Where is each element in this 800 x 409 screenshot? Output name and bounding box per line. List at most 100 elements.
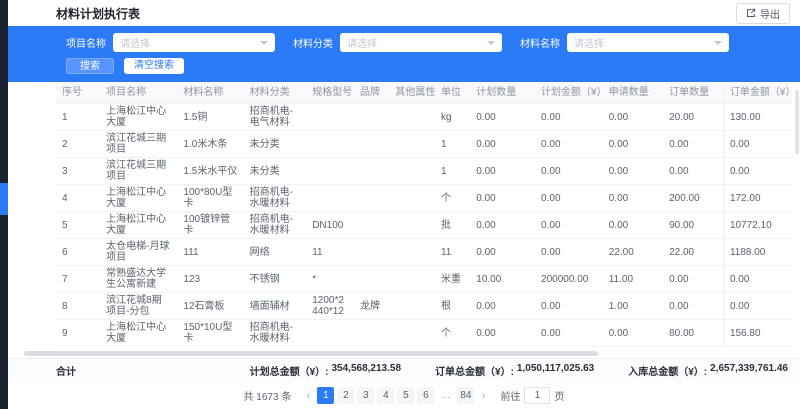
table-cell: [306, 131, 354, 158]
table-cell: 156.80: [723, 320, 792, 347]
table-cell: 0.00: [603, 131, 663, 158]
collapsed-sidebar[interactable]: [0, 0, 8, 409]
table-cell: 未分类: [244, 158, 307, 185]
page-number-button[interactable]: 2: [337, 387, 354, 404]
export-icon: [746, 8, 756, 18]
filter-select[interactable]: 请选择: [113, 33, 275, 52]
table-body: 1上海松江中心大厦1.5铜招商机电-电气材料kg0.000.000.0020.0…: [56, 104, 792, 347]
table-row: 3滨江花城三期项目1.5米水平仪未分类10.000.000.000.000.00: [56, 158, 792, 185]
table-row: 6太仓电梯-月球项目111网络11110.000.0022.0022.00118…: [56, 239, 792, 266]
column-header: 订单金额（¥）: [723, 82, 792, 104]
table-cell: 滨江花城三期项目: [100, 158, 177, 185]
summary-item-label: 计划总金额（¥）:: [250, 363, 329, 378]
table-row: 1上海松江中心大厦1.5铜招商机电-电气材料kg0.000.000.0020.0…: [56, 104, 792, 131]
table-cell: 130.00: [723, 104, 792, 131]
page-number-button[interactable]: 4: [377, 387, 394, 404]
column-header: 规格型号: [306, 82, 354, 104]
summary-item: 计划总金额（¥）:354,568,213.58: [250, 363, 401, 378]
goto-suffix-label: 页: [554, 388, 564, 403]
prev-page-button[interactable]: ‹: [302, 389, 314, 401]
table-cell: 上海松江中心大厦: [100, 212, 177, 239]
table-cell: 22.00: [663, 239, 723, 266]
page-number-button[interactable]: 1: [317, 387, 334, 404]
page-number-button[interactable]: 6: [417, 387, 434, 404]
table-cell: 不锈钢: [244, 266, 307, 293]
filter-select[interactable]: 请选择: [340, 33, 502, 52]
top-header: 材料计划执行表 导出: [8, 0, 800, 26]
table-cell: 1.0米木条: [177, 131, 243, 158]
export-button-label: 导出: [760, 6, 780, 21]
filter-field: 材料分类请选择: [293, 33, 502, 52]
table-cell: [354, 266, 389, 293]
table-row: 9上海松江中心大厦150*10U型卡招商机电-水暖材料个0.000.000.00…: [56, 320, 792, 347]
table-cell: 龙牌: [354, 293, 389, 320]
table-cell: 墙面辅材: [244, 293, 307, 320]
table-cell: 1.5米水平仪: [177, 158, 243, 185]
table-cell: 0.00: [603, 185, 663, 212]
table-cell: 200000.00: [535, 266, 603, 293]
table-cell: 100镀锌管卡: [177, 212, 243, 239]
table-cell: 0.00: [535, 131, 603, 158]
table-cell: 未分类: [244, 131, 307, 158]
clear-search-button[interactable]: 清空搜索: [124, 58, 184, 74]
table-cell: 0.00: [663, 158, 723, 185]
table-cell: 个: [435, 320, 470, 347]
goto-prefix-label: 前往: [500, 388, 520, 403]
horizontal-scrollbar[interactable]: [24, 351, 598, 356]
sidebar-toggle[interactable]: [0, 183, 8, 215]
column-header: 计划金额（¥）: [535, 82, 603, 104]
table-row: 4上海松江中心大厦100*80U型卡招商机电-水暖材料个0.000.000.00…: [56, 185, 792, 212]
filter-select[interactable]: 请选择: [567, 33, 729, 52]
page-number-button[interactable]: 3: [357, 387, 374, 404]
summary-bar: 合计 计划总金额（¥）:354,568,213.58订单总金额（¥）:1,050…: [8, 358, 800, 381]
page-number-button[interactable]: 84: [457, 387, 474, 404]
filter-panel: 项目名称请选择材料分类请选择材料名称请选择 搜索 清空搜索: [8, 26, 800, 82]
table-cell: 1200*2440*12: [306, 293, 354, 320]
table-cell: [354, 185, 389, 212]
table-cell: 0.00: [603, 320, 663, 347]
table-cell: kg: [435, 104, 470, 131]
table-cell: 滨江花城8期项目-分包: [100, 293, 177, 320]
table-cell: 0.00: [470, 158, 535, 185]
select-placeholder: 请选择: [347, 35, 377, 50]
table-cell: 0.00: [603, 212, 663, 239]
table-cell: 招商机电-水暖材料: [244, 320, 307, 347]
table-cell: 上海松江中心大厦: [100, 104, 177, 131]
export-button[interactable]: 导出: [736, 3, 790, 24]
vertical-scrollbar[interactable]: [795, 90, 799, 154]
table-cell: [306, 158, 354, 185]
table-cell: 1: [435, 158, 470, 185]
table-cell: 0.00: [663, 131, 723, 158]
table-cell: 150*10U型卡: [177, 320, 243, 347]
table-cell: 90.00: [663, 212, 723, 239]
table-cell: [306, 185, 354, 212]
table-cell: 0.00: [723, 293, 792, 320]
summary-item-value: 1,050,117,025.63: [517, 363, 594, 378]
table-cell: 1.00: [603, 293, 663, 320]
table-cell: 0.00: [470, 104, 535, 131]
total-label: 合计: [56, 363, 76, 378]
table-cell: 根: [435, 293, 470, 320]
column-header: 计划数量: [470, 82, 535, 104]
table-cell: [389, 158, 435, 185]
table-cell: [389, 185, 435, 212]
search-button[interactable]: 搜索: [66, 58, 114, 74]
table-cell: 网络: [244, 239, 307, 266]
table-cell: 3: [56, 158, 100, 185]
summary-item-value: 354,568,213.58: [332, 363, 402, 378]
table-cell: 4: [56, 185, 100, 212]
table-cell: 172.00: [723, 185, 792, 212]
table-cell: 111: [177, 239, 243, 266]
column-header: 材料分类: [244, 82, 307, 104]
pagination-bar: 共 1673 条 ‹ 123456...84 › 前往 页: [8, 381, 800, 409]
horizontal-scrollbar-track: [16, 350, 792, 358]
table-cell: 0.00: [535, 320, 603, 347]
table-cell: *: [306, 266, 354, 293]
table-cell: [354, 104, 389, 131]
page-number-button[interactable]: 5: [397, 387, 414, 404]
table-cell: [389, 293, 435, 320]
table-cell: 上海松江中心大厦: [100, 320, 177, 347]
next-page-button[interactable]: ›: [477, 389, 489, 401]
goto-page-input[interactable]: [524, 387, 550, 404]
table-cell: DN100: [306, 212, 354, 239]
